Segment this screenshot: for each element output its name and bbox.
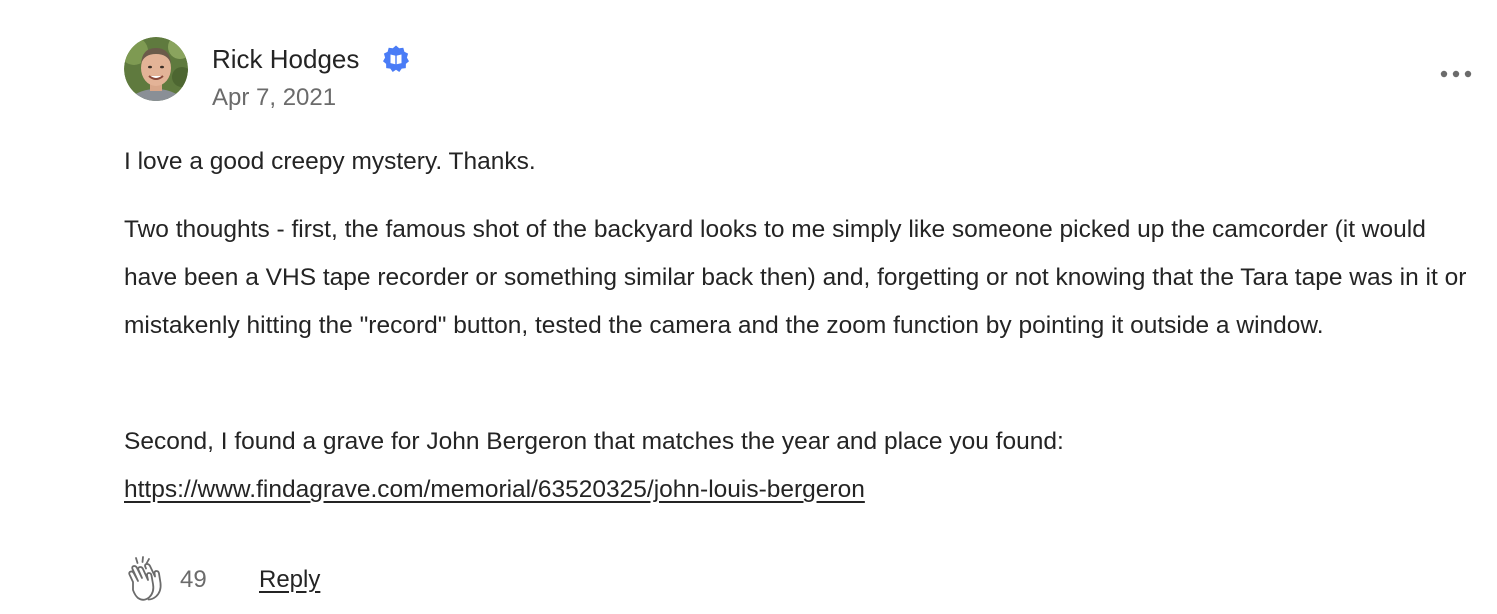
more-options-button[interactable]: [1436, 60, 1476, 88]
clap-button[interactable]: [124, 556, 170, 604]
author-name[interactable]: Rick Hodges: [212, 42, 359, 76]
comment-paragraph: I love a good creepy mystery. Thanks.: [124, 148, 536, 175]
comment-date[interactable]: Apr 7, 2021: [212, 82, 336, 114]
comment-paragraph-text: Second, I found a grave for John Bergero…: [124, 428, 1064, 455]
verified-book-badge-icon: [381, 44, 411, 74]
clap-icon: [128, 556, 162, 601]
clap-count: 49: [180, 566, 207, 593]
avatar-photo: [124, 37, 188, 101]
more-options-icon: [1440, 70, 1472, 78]
findagrave-link[interactable]: https://www.findagrave.com/memorial/6352…: [124, 476, 865, 503]
comment-paragraph: Second, I found a grave for John Bergero…: [124, 418, 1484, 514]
avatar[interactable]: [124, 37, 188, 101]
reply-button[interactable]: Reply: [259, 564, 320, 596]
comment-footer: 49 Reply: [124, 556, 524, 604]
comment-paragraph: Two thoughts - first, the famous shot of…: [124, 216, 1467, 339]
